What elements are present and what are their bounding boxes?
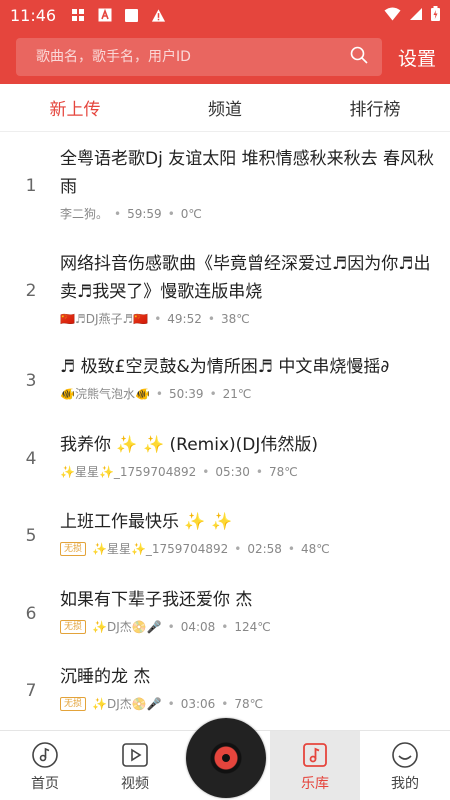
search-box[interactable] — [16, 38, 382, 76]
song-index: 3 — [25, 371, 37, 391]
song-uploader[interactable]: ✨星星✨_1759704892 — [92, 540, 228, 557]
song-meta: 🐠浣熊气泡水🐠 • 50:39 • 21℃ — [60, 385, 252, 402]
song-uploader[interactable]: ✨DJ杰📀🎤 — [92, 695, 162, 712]
status-time: 11:46 — [10, 5, 57, 25]
song-title: 如果有下辈子我还爱你 杰 — [60, 590, 253, 610]
song-index: 2 — [25, 281, 37, 301]
song-index: 6 — [25, 604, 37, 624]
song-meta: 无损 ✨星星✨_1759704892 • 02:58 • 48℃ — [60, 540, 330, 557]
nav-mine[interactable]: 我的 — [360, 731, 450, 800]
song-uploader[interactable]: 🇨🇳♬DJ燕子♬🇨🇳 — [60, 310, 148, 327]
nav-video[interactable]: 视频 — [90, 731, 180, 800]
tab-ranking[interactable]: 排行榜 — [300, 84, 450, 131]
song-temperature: 78℃ — [268, 464, 298, 479]
battery-icon — [431, 5, 440, 25]
song-row[interactable]: 2 网络抖音伤感歌曲《毕竟曾经深爱过♬因为你♬出卖♬我哭了》慢歌连版串烧 🇨🇳♬… — [0, 250, 450, 328]
song-temperature: 78℃ — [234, 696, 264, 711]
vinyl-player-button[interactable] — [186, 718, 266, 798]
lossless-badge: 无损 — [60, 541, 87, 556]
nav-mine-label: 我的 — [391, 775, 419, 792]
app-notification-icon — [70, 8, 85, 23]
song-meta: 李二狗。 • 59:59 • 0℃ — [60, 205, 202, 222]
nav-home-label: 首页 — [31, 775, 59, 792]
song-title: 网络抖音伤感歌曲《毕竟曾经深爱过♬因为你♬出卖♬我哭了》慢歌连版串烧 — [60, 254, 431, 302]
nav-library-label: 乐库 — [301, 775, 329, 792]
nav-library[interactable]: 乐库 — [270, 731, 360, 800]
tab-new-upload[interactable]: 新上传 — [0, 84, 150, 131]
song-temperature: 21℃ — [222, 386, 252, 401]
song-row[interactable]: 6 如果有下辈子我还爱你 杰 无损 ✨DJ杰📀🎤 • 04:08 • 124℃ — [0, 586, 450, 638]
song-title: ♬ 极致£空灵鼓&为情所困♬ 中文串烧慢摇∂ — [60, 357, 390, 377]
lossless-badge: 无损 — [60, 696, 87, 711]
song-index: 1 — [25, 176, 37, 196]
song-list: 1 全粤语老歌Dj 友谊太阳 堆积情感秋来秋去 春风秋雨 李二狗。 • 59:59… — [0, 133, 450, 730]
song-title: 上班工作最快乐 ✨ ✨ — [60, 512, 233, 532]
song-duration: 02:58 — [247, 541, 282, 556]
warning-icon — [151, 8, 166, 23]
song-row[interactable]: 4 我养你 ✨ ✨ (Remix)(DJ伟然版) ✨星星✨_1759704892… — [0, 431, 450, 483]
song-row[interactable]: 3 ♬ 极致£空灵鼓&为情所困♬ 中文串烧慢摇∂ 🐠浣熊气泡水🐠 • 50:39 •… — [0, 353, 450, 405]
song-index: 4 — [25, 449, 37, 469]
song-uploader[interactable]: ✨星星✨_1759704892 — [60, 463, 196, 480]
song-temperature: 48℃ — [301, 541, 330, 556]
text-notification-icon — [97, 8, 112, 23]
profile-face-icon — [391, 740, 419, 770]
song-row[interactable]: 5 上班工作最快乐 ✨ ✨ 无损 ✨星星✨_1759704892 • 02:58 •… — [0, 508, 450, 560]
song-title: 我养你 ✨ ✨ (Remix)(DJ伟然版) — [60, 435, 319, 455]
song-uploader[interactable]: 李二狗。 — [60, 205, 108, 222]
song-index: 5 — [25, 526, 37, 546]
song-duration: 59:59 — [127, 206, 162, 221]
song-row[interactable]: 1 全粤语老歌Dj 友谊太阳 堆积情感秋来秋去 春风秋雨 李二狗。 • 59:59… — [0, 145, 450, 223]
lossless-badge: 无损 — [60, 619, 87, 634]
video-play-icon — [121, 740, 149, 770]
song-temperature: 0℃ — [180, 206, 202, 221]
song-uploader[interactable]: ✨DJ杰📀🎤 — [92, 618, 162, 635]
song-title: 沉睡的龙 杰 — [60, 667, 151, 687]
search-icon[interactable] — [350, 46, 368, 68]
settings-button[interactable]: 设置 — [398, 44, 436, 71]
search-header: 设置 — [0, 30, 450, 84]
song-meta: 无损 ✨DJ杰📀🎤 • 04:08 • 124℃ — [60, 618, 271, 635]
nav-video-label: 视频 — [121, 775, 149, 792]
tab-channel[interactable]: 频道 — [150, 84, 300, 131]
song-index: 7 — [25, 681, 37, 701]
song-title: 全粤语老歌Dj 友谊太阳 堆积情感秋来秋去 春风秋雨 — [60, 149, 435, 197]
song-duration: 04:08 — [180, 619, 216, 634]
tab-bar: 新上传 频道 排行榜 — [0, 84, 450, 132]
song-meta: 无损 ✨DJ杰📀🎤 • 03:06 • 78℃ — [60, 695, 263, 712]
nav-home[interactable]: 首页 — [0, 731, 90, 800]
song-temperature: 124℃ — [234, 619, 271, 634]
song-row[interactable]: 7 沉睡的龙 杰 无损 ✨DJ杰📀🎤 • 03:06 • 78℃ — [0, 663, 450, 715]
search-input[interactable] — [36, 49, 350, 65]
song-duration: 03:06 — [180, 696, 216, 711]
wifi-icon — [384, 6, 401, 25]
song-meta: ✨星星✨_1759704892 • 05:30 • 78℃ — [60, 463, 298, 480]
library-note-icon — [302, 740, 328, 770]
status-bar: 11:46 — [0, 0, 450, 30]
song-uploader[interactable]: 🐠浣熊气泡水🐠 — [60, 385, 150, 402]
signal-icon — [409, 6, 423, 25]
song-temperature: 38℃ — [220, 311, 250, 326]
song-meta: 🇨🇳♬DJ燕子♬🇨🇳 • 49:52 • 38℃ — [60, 310, 250, 327]
song-duration: 49:52 — [167, 311, 202, 326]
song-duration: 05:30 — [215, 464, 250, 479]
home-note-icon — [31, 740, 59, 770]
square-notification-icon — [124, 8, 139, 23]
song-duration: 50:39 — [168, 386, 204, 401]
